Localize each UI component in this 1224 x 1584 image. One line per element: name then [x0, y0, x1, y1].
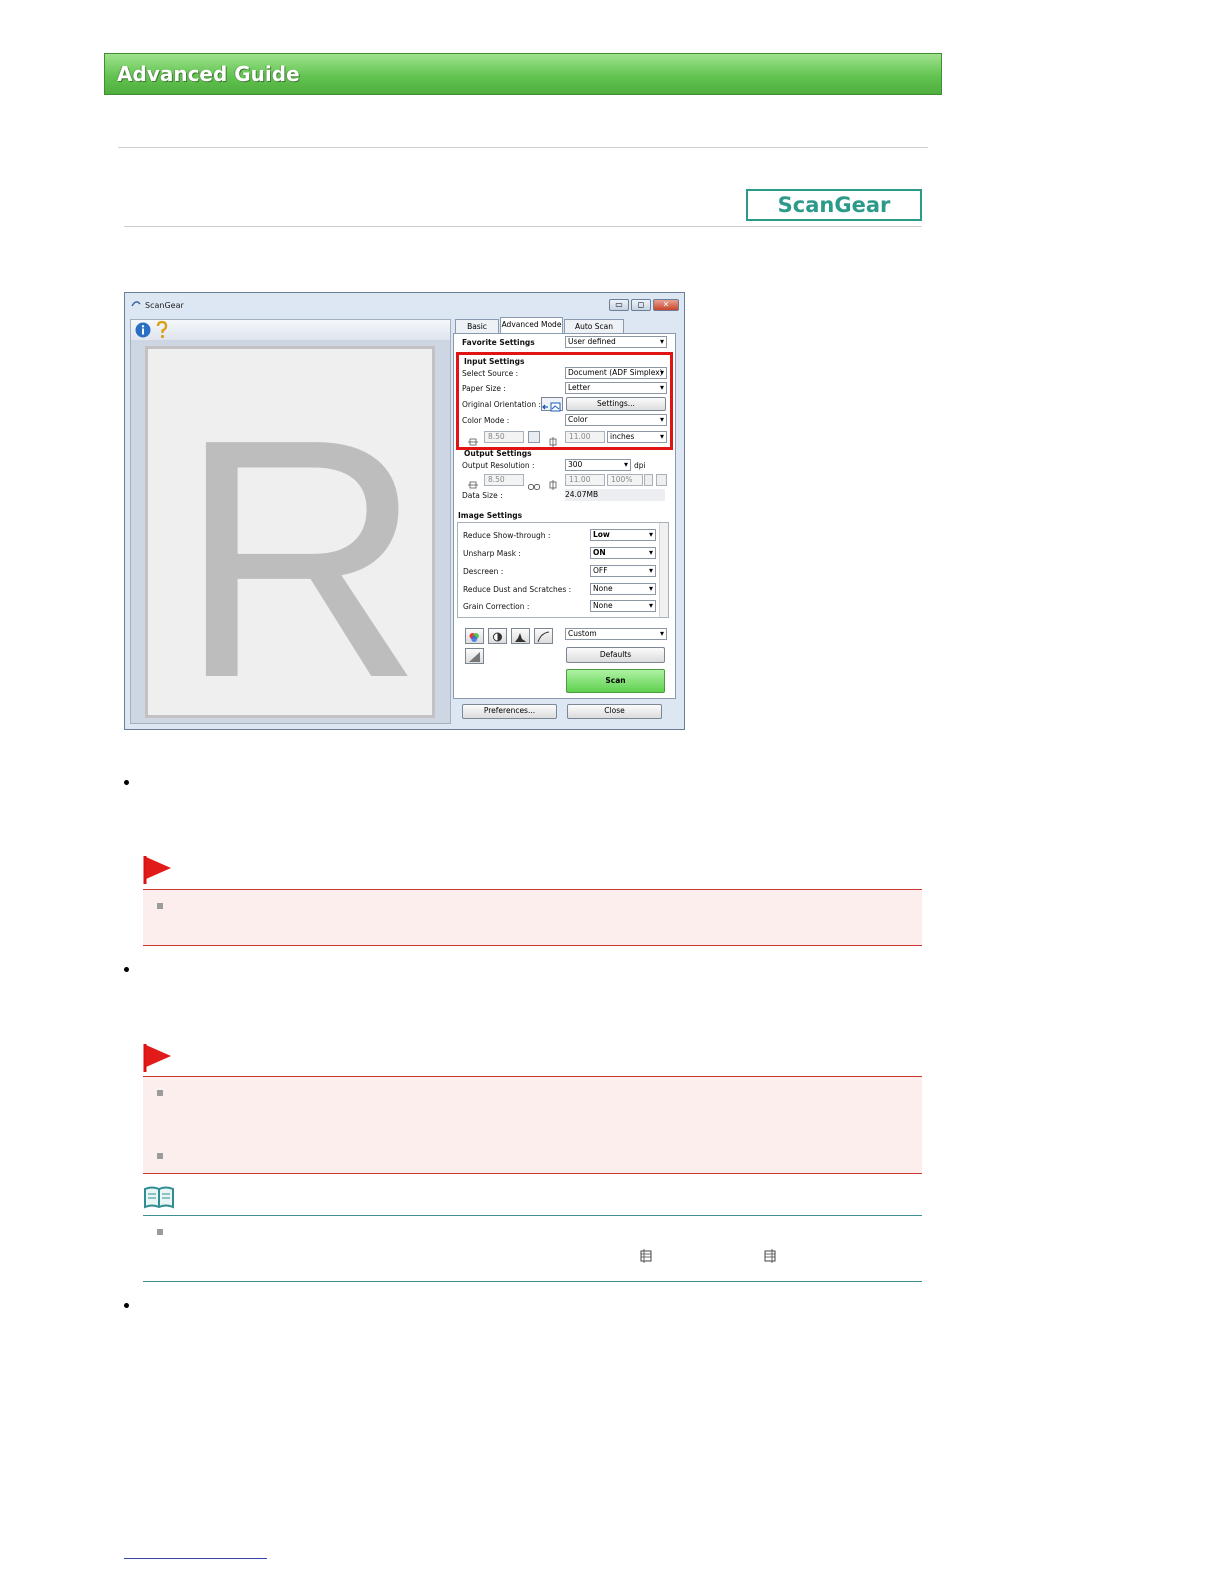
favorite-settings-dropdown[interactable]: User defined — [565, 336, 667, 348]
input-settings-heading: Input Settings — [464, 357, 525, 366]
close-button[interactable]: Close — [567, 704, 662, 719]
input-width-field[interactable]: 8.50 — [484, 431, 524, 443]
image-settings-heading: Image Settings — [458, 511, 523, 520]
bullet — [124, 1303, 129, 1308]
output-height-field[interactable]: 11.00 — [565, 474, 605, 486]
reset-scale-button[interactable] — [656, 474, 667, 486]
info-icon[interactable] — [135, 322, 151, 338]
paper-size-dropdown[interactable]: Letter — [565, 382, 667, 394]
width-size-icon — [638, 1248, 654, 1264]
histogram-icon[interactable] — [511, 628, 530, 644]
scale-stepper[interactable] — [644, 474, 653, 486]
select-source-label: Select Source : — [462, 369, 519, 378]
note-book-icon — [143, 1186, 175, 1210]
list-marker — [157, 903, 163, 909]
link-icon — [528, 476, 540, 490]
brightness-contrast-icon[interactable] — [488, 628, 507, 644]
output-resolution-label: Output Resolution : — [462, 461, 535, 470]
color-mode-dropdown[interactable]: Color — [565, 414, 667, 426]
width-icon — [468, 432, 478, 446]
scangear-app-icon — [131, 299, 141, 309]
bullet — [124, 967, 129, 972]
footer-link-underline[interactable] — [124, 1558, 267, 1559]
bullet — [124, 780, 129, 785]
orientation-icon[interactable] — [541, 397, 563, 412]
defaults-button[interactable]: Defaults — [566, 647, 665, 663]
color-mode-label: Color Mode : — [462, 416, 510, 425]
data-size-value: 24.07MB — [565, 489, 665, 501]
tab-advanced-mode[interactable]: Advanced Mode — [500, 317, 563, 334]
saturation-icon[interactable] — [465, 628, 484, 644]
reduce-dust-label: Reduce Dust and Scratches : — [463, 585, 572, 594]
tone-curve-icon[interactable] — [534, 628, 553, 644]
original-orientation-label: Original Orientation : — [462, 400, 541, 409]
window-title: ScanGear — [145, 301, 184, 310]
advanced-guide-banner: Advanced Guide — [104, 53, 942, 95]
grain-correction-dropdown[interactable]: None — [590, 600, 656, 612]
unsharp-mask-label: Unsharp Mask : — [463, 549, 521, 558]
preview-toolbar — [131, 320, 450, 340]
title-divider — [124, 226, 922, 227]
dpi-label: dpi — [634, 461, 646, 470]
favorite-settings-label: Favorite Settings — [462, 338, 535, 347]
preview-letter: R — [178, 369, 424, 718]
important-flag-icon — [143, 1043, 173, 1073]
orientation-settings-button[interactable]: Settings... — [566, 397, 666, 411]
preview-page: R — [145, 346, 435, 718]
descreen-dropdown[interactable]: OFF — [590, 565, 656, 577]
reduce-show-through-dropdown[interactable]: Low — [590, 529, 656, 541]
tab-auto-scan-mode[interactable]: Auto Scan Mode — [564, 319, 624, 344]
close-window-button[interactable]: ✕ — [653, 299, 679, 311]
scale-field[interactable]: 100% — [607, 474, 643, 486]
minimize-button[interactable]: ▭ — [609, 299, 629, 311]
output-height-icon — [548, 475, 558, 490]
reduce-dust-dropdown[interactable]: None — [590, 583, 656, 595]
scangear-badge: ScanGear — [746, 189, 922, 221]
threshold-icon[interactable] — [465, 648, 484, 664]
height-icon — [548, 432, 558, 447]
note-box — [143, 1215, 922, 1282]
preview-pane: R — [130, 319, 451, 724]
preferences-button[interactable]: Preferences... — [462, 704, 557, 719]
unsharp-mask-dropdown[interactable]: ON — [590, 547, 656, 559]
output-settings-heading: Output Settings — [464, 449, 532, 458]
output-width-field[interactable]: 8.50 — [484, 474, 524, 486]
tone-settings-dropdown[interactable]: Custom — [565, 628, 667, 640]
scan-button[interactable]: Scan — [566, 669, 665, 693]
input-height-field[interactable]: 11.00 — [565, 431, 605, 443]
grain-correction-label: Grain Correction : — [463, 602, 530, 611]
important-flag-icon — [143, 855, 173, 885]
important-box — [143, 1076, 922, 1174]
banner-title: Advanced Guide — [117, 62, 300, 86]
help-icon[interactable] — [155, 320, 169, 339]
output-width-icon — [468, 475, 478, 489]
output-resolution-dropdown[interactable]: 300 — [565, 459, 631, 471]
image-settings-scrollbar[interactable] — [659, 523, 668, 617]
data-size-label: Data Size : — [462, 491, 503, 500]
select-source-dropdown[interactable]: Document (ADF Simplex) — [565, 367, 667, 379]
descreen-label: Descreen : — [463, 567, 504, 576]
unit-dropdown[interactable]: inches — [607, 431, 667, 443]
maximize-button[interactable]: ◻ — [631, 299, 651, 311]
reduce-show-through-label: Reduce Show-through : — [463, 531, 551, 540]
paper-size-label: Paper Size : — [462, 384, 506, 393]
height-size-icon — [762, 1248, 778, 1264]
list-marker — [157, 1153, 163, 1159]
aspect-ratio-lock-icon[interactable] — [528, 431, 540, 443]
important-box — [143, 889, 922, 946]
list-marker — [157, 1229, 163, 1235]
header-divider — [118, 147, 928, 148]
list-marker — [157, 1090, 163, 1096]
tab-basic-mode[interactable]: Basic Mode — [455, 319, 499, 344]
